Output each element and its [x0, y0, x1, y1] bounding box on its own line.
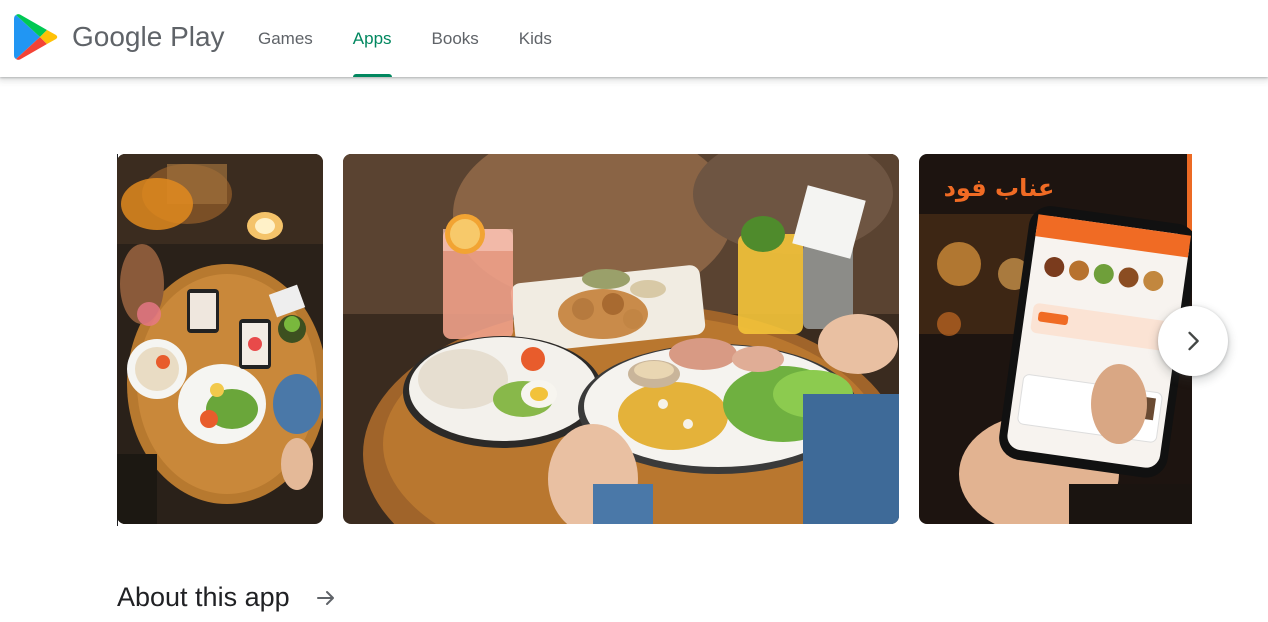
about-this-app-link[interactable]: About this app [117, 582, 338, 613]
screenshot-1[interactable] [117, 154, 323, 524]
tab-books[interactable]: Books [412, 0, 499, 77]
restaurant-sign-text: عناب فود [944, 174, 1055, 202]
tab-kids[interactable]: Kids [499, 0, 572, 77]
brand-name: Google Play [72, 21, 225, 52]
top-app-bar: Google Play Games Apps Books Kids [0, 0, 1268, 77]
about-title: About this app [117, 582, 290, 612]
tab-apps[interactable]: Apps [333, 0, 412, 77]
food-table-photo-icon [117, 154, 323, 524]
food-plates-photo-icon [343, 154, 899, 524]
carousel-next-button[interactable] [1158, 306, 1228, 376]
screenshot-3[interactable]: عناب فود EN [919, 154, 1192, 524]
main-nav: Games Apps Books Kids [238, 0, 572, 77]
screenshot-carousel: عناب فود EN [117, 154, 1192, 524]
phone-app-photo-icon: عناب فود EN [919, 154, 1192, 524]
google-play-logo-icon [14, 14, 58, 60]
arrow-right-icon [316, 590, 334, 605]
tab-games[interactable]: Games [238, 0, 333, 77]
chevron-right-icon [1188, 331, 1199, 351]
screenshot-2[interactable] [343, 154, 899, 524]
google-play-logo-link[interactable]: Google Play [14, 13, 225, 61]
